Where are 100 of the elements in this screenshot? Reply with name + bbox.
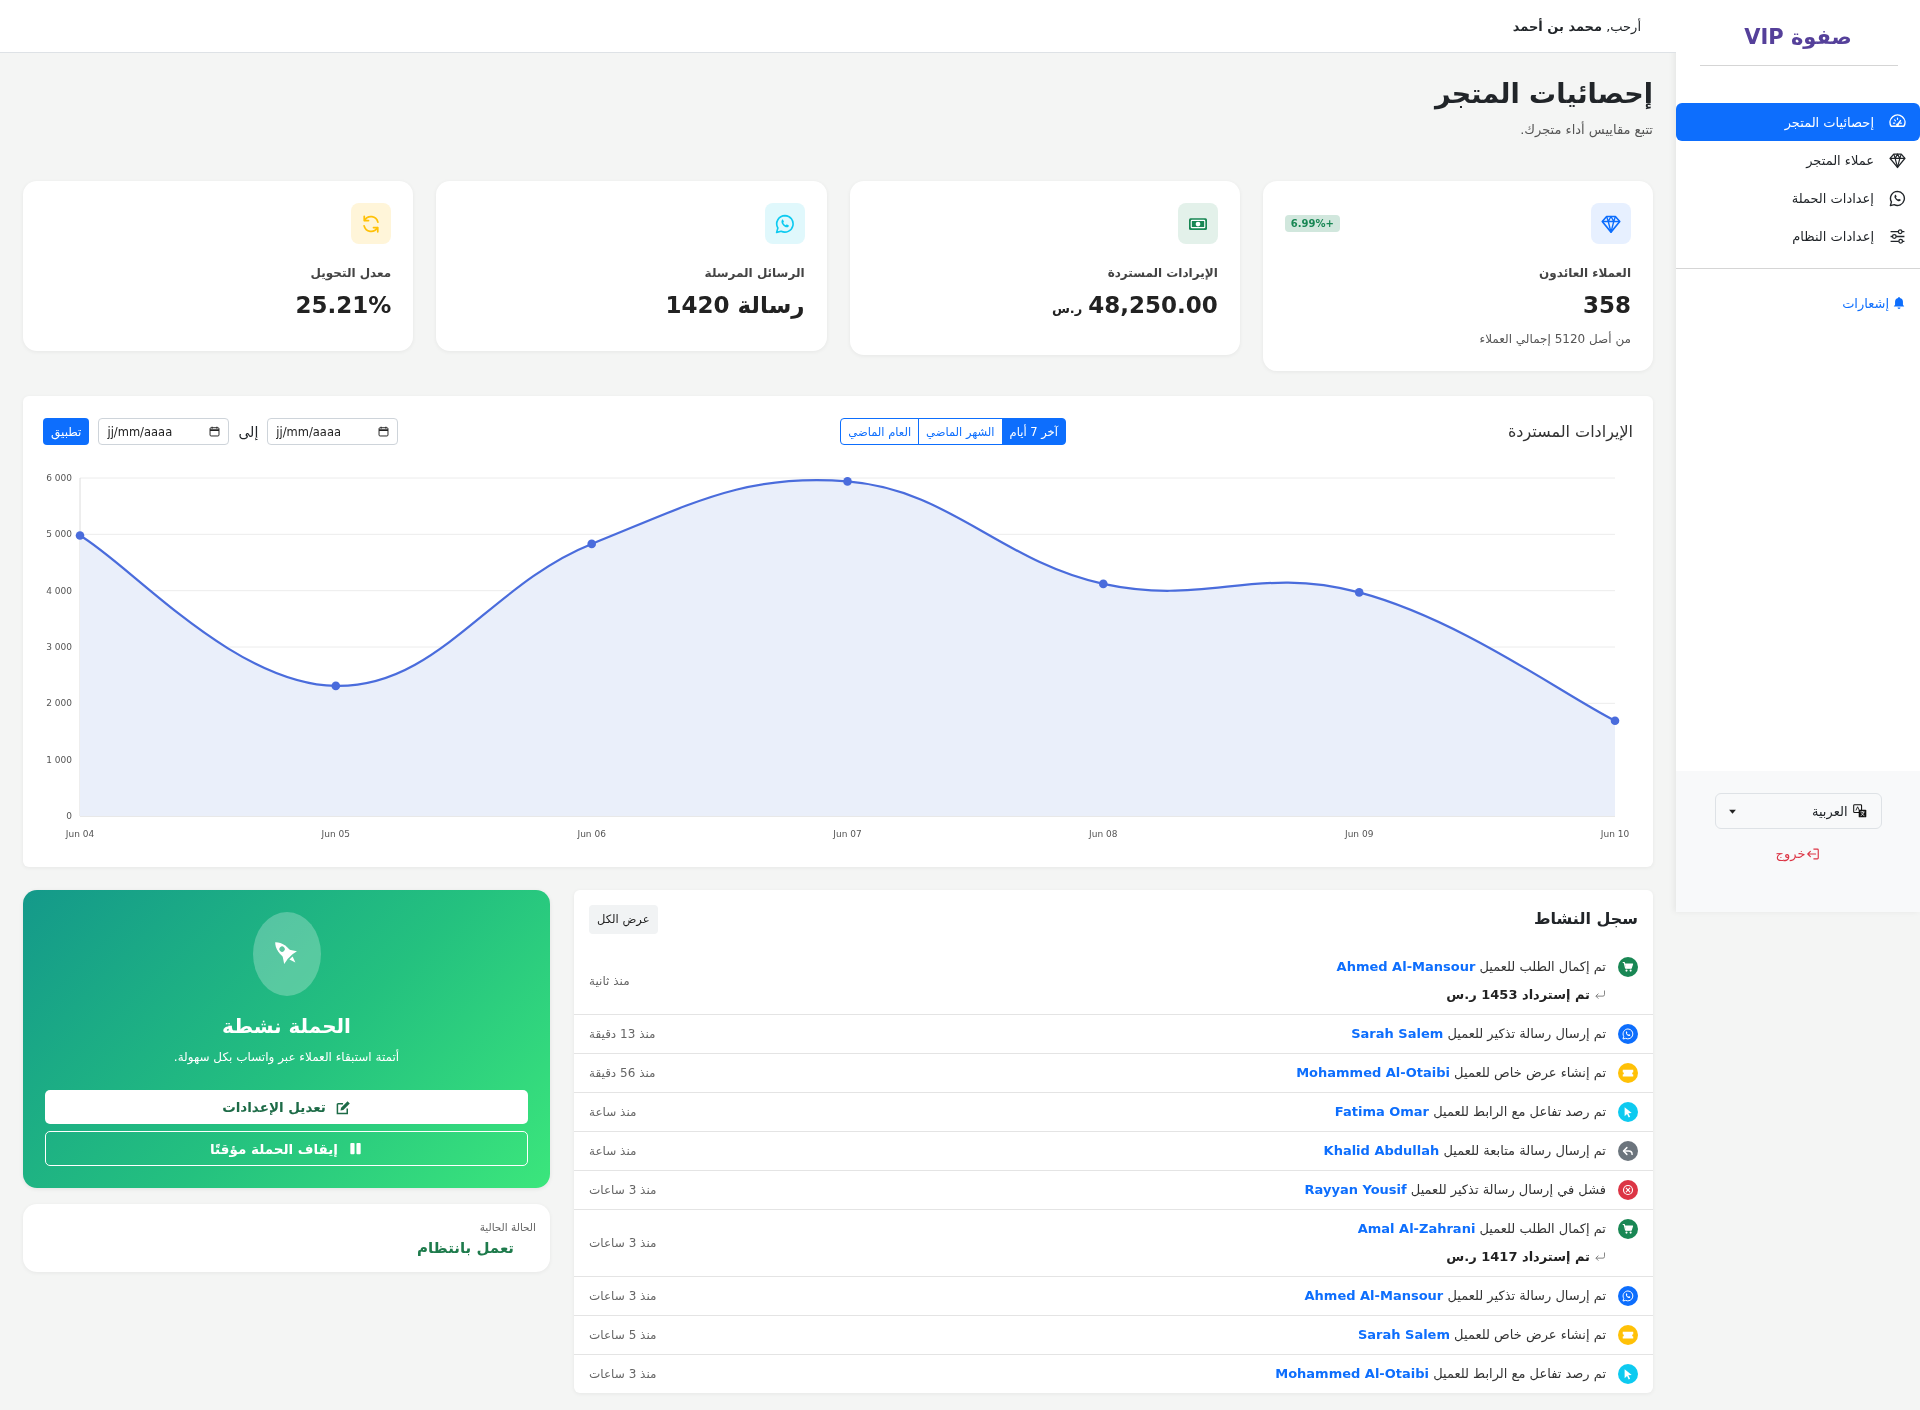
diamond-icon xyxy=(1889,151,1906,169)
pause-icon xyxy=(348,1141,363,1156)
calendar-icon xyxy=(378,426,390,437)
axis-label: 4 000 xyxy=(46,585,72,596)
customer-link[interactable]: Fatima Omar xyxy=(1334,1104,1429,1119)
bell-icon xyxy=(1892,296,1906,310)
date-field[interactable]: jj/mm/aaaa xyxy=(267,418,399,445)
customer-link[interactable]: Sarah Salem xyxy=(1351,1026,1444,1041)
page-title: إحصائيات المتجر xyxy=(1434,77,1653,112)
cursor-icon xyxy=(1618,1102,1638,1122)
range-button[interactable]: آخر 7 أيام xyxy=(1001,418,1066,445)
stat-value: 48,250.00 xyxy=(1088,291,1218,320)
campaign-description: أتمتة استبقاء العملاء عبر واتساب بكل سهولة. xyxy=(173,1048,400,1067)
activity-title: سجل النشاط xyxy=(1533,908,1638,930)
trend-badge: +6.99% xyxy=(1284,215,1340,232)
activity-time: منذ 3 ساعات xyxy=(589,1183,657,1197)
stat-label: الإيرادات المستردة xyxy=(1107,265,1218,282)
customer-link[interactable]: Khalid Abdullah xyxy=(1323,1143,1440,1158)
stat-note: من أصل 5120 إجمالي العملاء xyxy=(1479,330,1631,349)
brand-name: صفوة VIP xyxy=(1744,24,1852,51)
axis-label: Jun 07 xyxy=(833,829,862,839)
axis-label: Jun 05 xyxy=(321,829,350,839)
axis-label: Jun 04 xyxy=(65,829,95,839)
return-arrow-icon xyxy=(1594,1251,1606,1263)
apply-button[interactable]: تطبيق xyxy=(43,418,90,445)
axis-label: Jun 06 xyxy=(577,829,606,839)
data-point xyxy=(843,477,852,486)
activity-time: منذ 3 ساعات xyxy=(589,1367,657,1381)
data-point xyxy=(331,681,341,691)
date-separator: إلى xyxy=(238,423,259,440)
axis-label: 1 000 xyxy=(46,754,72,765)
data-point xyxy=(1099,579,1108,589)
edit-icon xyxy=(335,1099,351,1115)
recovered-amount: تم إسترداد 1453 ر.س xyxy=(1446,986,1590,1004)
activity-time: منذ 5 ساعات xyxy=(589,1328,657,1342)
stat-label: معدل التحويل xyxy=(310,265,392,283)
customer-link[interactable]: Rayyan Yousif xyxy=(1304,1182,1407,1197)
activity-time: منذ 13 دقيقة xyxy=(589,1027,656,1041)
page-subtitle: تتبع مقاييس أداء متجرك. xyxy=(1520,120,1653,140)
return-arrow-icon xyxy=(1594,989,1606,1001)
chat-phone-icon xyxy=(764,203,805,244)
activity-time: منذ 3 ساعات xyxy=(589,1289,657,1303)
stat-label: الرسائل المرسلة xyxy=(704,265,805,282)
activity-time: منذ ثانية xyxy=(589,974,630,988)
cart-icon xyxy=(1618,1219,1638,1239)
recovered-amount: تم إسترداد 1417 ر.س xyxy=(1446,1248,1590,1266)
welcome-text: أرحب, محمد بن أحمد xyxy=(1512,18,1641,34)
notifications-link[interactable]: إشعارات xyxy=(1828,293,1920,313)
cross-icon xyxy=(1618,1180,1638,1200)
nav-item[interactable]: إحصائيات المتجر xyxy=(1676,103,1920,141)
axis-label: 2 000 xyxy=(46,698,72,709)
customer-link[interactable]: Mohammed Al-Otaibi xyxy=(1296,1065,1450,1080)
view-all-button[interactable]: عرض الكل xyxy=(589,904,658,934)
cursor-icon xyxy=(1618,1364,1638,1384)
activity-time: منذ 56 دقيقة xyxy=(589,1066,656,1080)
language-select[interactable]: العربية xyxy=(1714,793,1882,829)
range-button[interactable]: العام الماضي xyxy=(840,418,920,445)
nav-item[interactable]: عملاء المتجر xyxy=(1676,141,1920,179)
chat-phone-icon xyxy=(1889,189,1906,207)
customer-link[interactable]: Sarah Salem xyxy=(1357,1327,1450,1342)
customer-link[interactable]: Ahmed Al-Mansour xyxy=(1336,959,1476,974)
refresh-icon xyxy=(351,203,392,244)
status-label: الحالة الحالية xyxy=(479,1220,536,1235)
chart-title: الإيرادات المستردة xyxy=(1507,422,1633,441)
stat-value: 358 xyxy=(1583,291,1631,320)
customer-link[interactable]: Mohammed Al-Otaibi xyxy=(1275,1366,1429,1381)
axis-label: Jun 09 xyxy=(1345,829,1374,839)
ticket-icon xyxy=(1618,1063,1638,1083)
stat-value: 25.21% xyxy=(295,291,392,320)
activity-time: منذ ساعة xyxy=(589,1105,637,1119)
activity-time: منذ ساعة xyxy=(589,1144,637,1158)
status-value: تعمل بانتظام xyxy=(416,1238,514,1259)
exit-icon xyxy=(1806,846,1821,861)
chat-phone-icon xyxy=(1618,1024,1638,1044)
nav-item[interactable]: إعدادات النظام xyxy=(1676,217,1920,255)
customer-link[interactable]: Ahmed Al-Mansour xyxy=(1304,1288,1444,1303)
nav-item[interactable]: إعدادات الحملة xyxy=(1676,179,1920,217)
axis-label: 5 000 xyxy=(46,529,72,540)
currency-unit: ر.س xyxy=(1051,300,1083,318)
axis-label: 3 000 xyxy=(46,642,72,652)
sliders-icon xyxy=(1889,227,1906,245)
campaign-title: الحملة نشطة xyxy=(222,1013,351,1040)
axis-label: Jun 10 xyxy=(1600,829,1630,839)
ticket-icon xyxy=(1618,1325,1638,1345)
customer-link[interactable]: Amal Al-Zahrani xyxy=(1357,1221,1476,1236)
data-point xyxy=(75,531,85,540)
calendar-icon xyxy=(209,426,221,437)
date-field[interactable]: jj/mm/aaaa xyxy=(98,418,230,445)
stat-value: 1420 رسالة xyxy=(665,291,805,321)
data-point xyxy=(587,539,596,549)
cash-icon xyxy=(1177,203,1218,244)
cart-icon xyxy=(1618,957,1638,977)
activity-time: منذ 3 ساعات xyxy=(589,1236,657,1250)
data-point xyxy=(1354,588,1364,597)
axis-label: 0 xyxy=(66,811,72,821)
axis-label: Jun 08 xyxy=(1089,829,1118,839)
edit-button[interactable]: تعديل الإعدادات xyxy=(45,1090,528,1124)
chat-phone-icon xyxy=(1618,1286,1638,1306)
range-button[interactable]: الشهر الماضي xyxy=(918,418,1003,445)
logout-link[interactable]: خروج xyxy=(1775,846,1821,861)
